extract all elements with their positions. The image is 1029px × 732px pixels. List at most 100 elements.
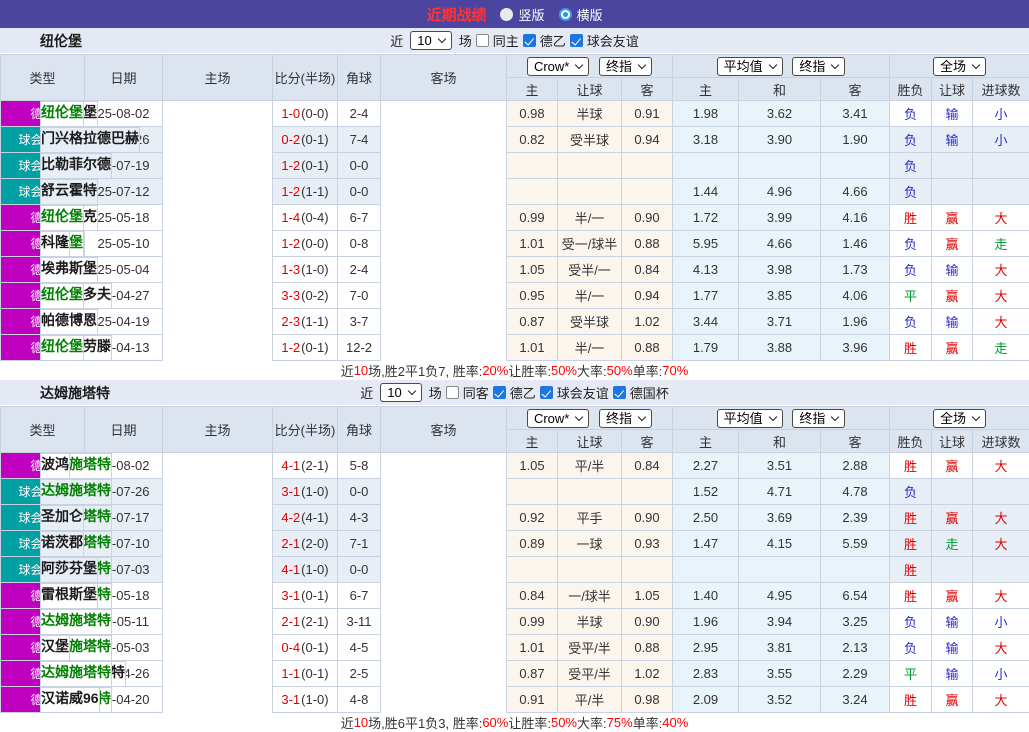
result-winlose: 胜 [890,505,932,531]
away-team-link[interactable]: 科隆 [40,231,70,257]
radio-checked-icon[interactable] [559,8,572,21]
layout-option-horizontal[interactable]: 横版 [559,5,603,24]
result-overunder [973,153,1029,179]
competition-checkbox[interactable] [613,386,626,399]
layout-option-vertical[interactable]: 竖版 [500,5,544,24]
away-team-link[interactable]: 纽伦堡 [40,101,84,127]
bookmaker-select[interactable]: Crow* [527,57,589,76]
handicap-away-odds: 1.02 [622,661,673,687]
match-score: 3-3(0-2) [273,283,338,309]
away-team-link[interactable]: 纽伦堡 [40,205,84,231]
away-team-link[interactable]: 达姆施塔特 [40,661,112,687]
corner-count: 6-7 [338,205,381,231]
average-stage-select[interactable]: 终指 [792,57,845,76]
result-winlose: 负 [890,153,932,179]
summary-segment: 让胜率: [508,713,551,732]
fulltime-score: 4-1 [281,458,300,473]
away-team-link[interactable]: 圣加仑 [40,505,84,531]
radio-unchecked-icon[interactable] [500,8,513,21]
fulltime-score: 1-2 [281,158,300,173]
corner-count: 0-0 [338,479,381,505]
away-team-link[interactable]: 比勒菲尔德 [40,153,112,179]
match-count-select[interactable]: 10 [380,383,421,402]
away-team-link[interactable]: 埃弗斯堡 [40,257,98,283]
away-team-link[interactable]: 雷根斯堡 [40,583,98,609]
fulltime-score: 2-1 [281,536,300,551]
halftime-score: (1-1) [301,184,328,199]
avg-away-odds: 4.66 [821,179,890,205]
avg-away-odds: 4.78 [821,479,890,505]
result-winlose: 胜 [890,335,932,361]
fulltime-select-value: 全场 [940,60,966,73]
competition-checkbox[interactable] [493,386,506,399]
fulltime-select[interactable]: 全场 [933,57,986,76]
col-header-avg-home: 主 [673,430,739,453]
avg-away-odds: 3.25 [821,609,890,635]
chevron-down-icon [768,60,776,68]
result-winlose: 负 [890,231,932,257]
away-team-link[interactable]: 达姆施塔特 [40,479,112,505]
result-handicap: 赢 [932,283,973,309]
handicap-home-odds: 0.87 [507,661,558,687]
away-team-link[interactable]: 汉堡 [40,635,70,661]
match-score: 0-4(0-1) [273,635,338,661]
summary-segment: 单率: [633,713,663,732]
handicap-home-odds: 0.87 [507,309,558,335]
same-venue-checkbox[interactable] [446,386,459,399]
away-team-link[interactable]: 阿莎芬堡 [40,557,98,583]
away-team-link[interactable]: 纽伦堡 [40,283,84,309]
match-row: 球会友谊25-07-26纽伦堡(中)0-2(0-1)7-4门兴格拉德巴赫0.82… [1,127,1029,153]
avg-draw-odds [739,153,821,179]
recent-matches-table: 类型 日期 主场 比分(半场) 角球 客场 Crow* 终指 平均值 终指 全场 [0,406,1029,713]
handicap-line: 半球 [558,101,622,127]
competition-label: 德国杯 [630,383,669,402]
halftime-score: (2-1) [301,458,328,473]
avg-home-odds: 1.44 [673,179,739,205]
match-count-select[interactable]: 10 [410,31,451,50]
filter-near-label: 近 [390,31,403,50]
average-stage-select[interactable]: 终指 [792,409,845,428]
result-winlose: 胜 [890,531,932,557]
competition-checkbox[interactable] [523,34,536,47]
away-team-link[interactable]: 纽伦堡 [40,335,84,361]
match-count-value: 10 [387,386,401,399]
summary-segment: 大率: [577,713,607,732]
recent-matches-table: 类型 日期 主场 比分(半场) 角球 客场 Crow* 终指 平均值 终指 全场 [0,54,1029,361]
fulltime-score: 1-4 [281,210,300,225]
match-row: 德乙25-05-04纽伦堡1-3(1-0)2-4埃弗斯堡1.05受半/一0.84… [1,257,1029,283]
handicap-away-odds: 0.93 [622,531,673,557]
handicap-away-odds [622,153,673,179]
average-stage-select-value: 终指 [799,412,825,425]
halftime-score: (0-1) [301,158,328,173]
odds-stage-select[interactable]: 终指 [599,409,652,428]
away-team-link[interactable]: 舒云霍特 [40,179,98,205]
average-select[interactable]: 平均值 [717,57,783,76]
match-score: 3-1(1-0) [273,687,338,713]
competition-checkbox[interactable] [540,386,553,399]
col-header-date: 日期 [85,55,163,101]
odds-stage-select[interactable]: 终指 [599,57,652,76]
summary-segment: 50% [551,715,577,730]
same-venue-checkbox[interactable] [476,34,489,47]
match-count-value: 10 [417,34,431,47]
away-team-link[interactable]: 诺茨郡 [40,531,84,557]
competition-checkbox[interactable] [570,34,583,47]
bookmaker-select[interactable]: Crow* [527,409,589,428]
handicap-home-odds: 1.01 [507,231,558,257]
away-team-link[interactable]: 门兴格拉德巴赫 [40,127,140,153]
away-team-link[interactable]: 达姆施塔特 [40,609,112,635]
result-overunder: 走 [973,335,1029,361]
filter-unit-label: 场 [429,383,442,402]
handicap-away-odds: 0.88 [622,231,673,257]
fulltime-score: 3-1 [281,484,300,499]
away-team-link[interactable]: 帕德博恩 [40,309,98,335]
fulltime-score: 4-2 [281,510,300,525]
avg-away-odds [821,557,890,583]
fulltime-select[interactable]: 全场 [933,409,986,428]
away-team-link[interactable]: 汉诺威96 [40,687,100,713]
avg-home-odds: 1.72 [673,205,739,231]
average-select[interactable]: 平均值 [717,409,783,428]
handicap-away-odds: 0.88 [622,335,673,361]
away-team-link[interactable]: 波鸿 [40,453,70,479]
col-header-avg-draw: 和 [739,430,821,453]
